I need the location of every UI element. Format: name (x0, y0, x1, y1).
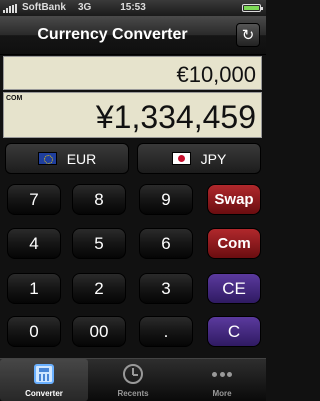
navigation-bar: Currency Converter ↻ (0, 16, 266, 55)
key-0[interactable]: 0 (7, 316, 61, 347)
result-amount-display: COM ¥1,334,459 (3, 92, 262, 138)
key-8[interactable]: 8 (72, 184, 126, 215)
clock-time: 15:53 (120, 2, 146, 13)
key-decimal[interactable]: . (139, 316, 193, 347)
tab-recents-label: Recents (117, 389, 149, 398)
clear-button[interactable]: C (207, 316, 261, 347)
more-icon (212, 371, 232, 377)
key-1[interactable]: 1 (7, 273, 61, 304)
key-7[interactable]: 7 (7, 184, 61, 215)
tab-more-label: More (212, 389, 232, 398)
from-currency-code: EUR (66, 150, 97, 167)
clock-icon (123, 364, 143, 384)
source-amount-display: €10,000 (3, 56, 262, 90)
tab-recents[interactable]: Recents (89, 359, 177, 401)
key-2[interactable]: 2 (72, 273, 126, 304)
key-00[interactable]: 00 (72, 316, 126, 347)
swap-button[interactable]: Swap (207, 184, 261, 215)
key-9[interactable]: 9 (139, 184, 193, 215)
to-currency-selector[interactable]: JPY (137, 143, 261, 174)
key-6[interactable]: 6 (139, 228, 193, 259)
com-button[interactable]: Com (207, 228, 261, 259)
key-5[interactable]: 5 (72, 228, 126, 259)
tab-converter-label: Converter (25, 389, 63, 398)
refresh-button[interactable]: ↻ (236, 23, 260, 47)
from-currency-selector[interactable]: EUR (5, 143, 129, 174)
key-4[interactable]: 4 (7, 228, 61, 259)
to-currency-code: JPY (200, 150, 227, 167)
com-indicator: COM (6, 95, 23, 102)
result-amount: ¥1,334,459 (95, 99, 256, 135)
tab-converter[interactable]: Converter (0, 359, 88, 401)
clear-entry-button[interactable]: CE (207, 273, 261, 304)
key-3[interactable]: 3 (139, 273, 193, 304)
page-title: Currency Converter (37, 26, 188, 43)
source-amount: €10,000 (176, 62, 256, 87)
battery-icon (242, 4, 263, 12)
refresh-icon: ↻ (241, 27, 255, 44)
calculator-icon (34, 364, 54, 384)
status-bar: SoftBank 3G 15:53 (0, 0, 266, 16)
japan-flag-icon (171, 152, 191, 165)
tab-bar: Converter Recents More (0, 358, 266, 401)
eu-flag-icon (37, 152, 57, 165)
tab-more[interactable]: More (178, 359, 266, 401)
